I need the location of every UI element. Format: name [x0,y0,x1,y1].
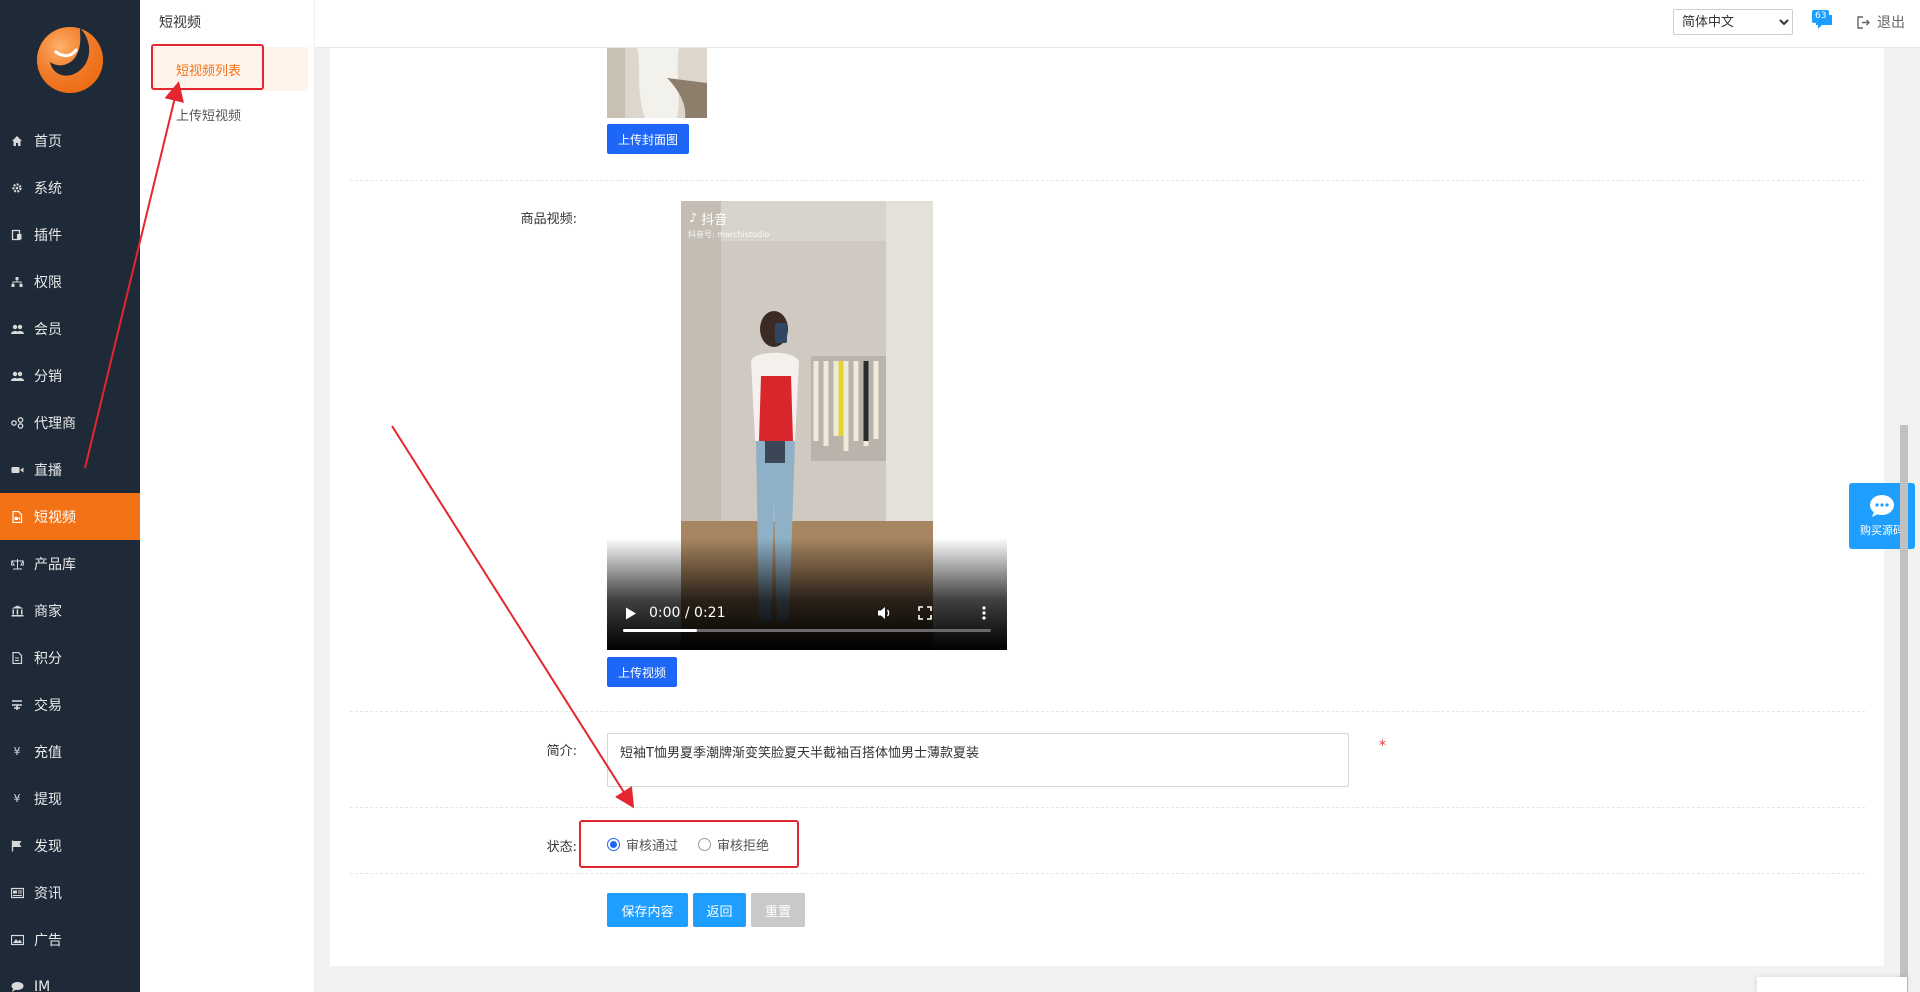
annotation-arrows [84,81,635,809]
chat-button-label: 购买源码 [1860,524,1904,537]
bottom-corner-widget [1757,977,1907,992]
annotation-arrow [84,81,184,469]
page-scrollbar[interactable] [1900,425,1908,992]
annotation-arrow [391,425,635,809]
chat-bubble-icon [1870,495,1894,517]
